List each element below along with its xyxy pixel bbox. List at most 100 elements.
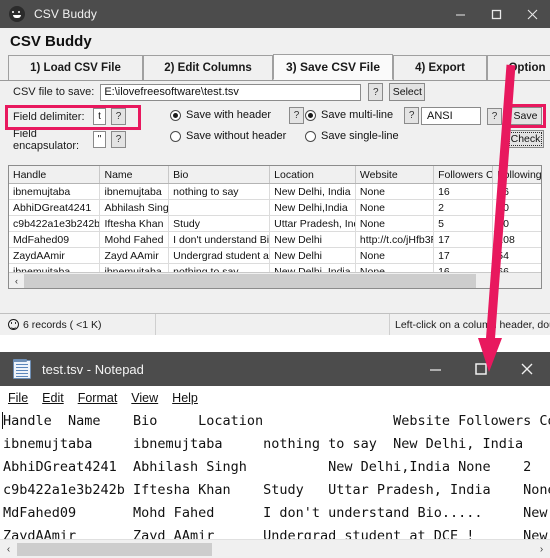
table-row[interactable]: ibnemujtaba ibnemujtaba nothing to say N… xyxy=(9,184,541,200)
radio-dot xyxy=(170,130,181,142)
radio-save-multi-line[interactable]: Save multi-line xyxy=(305,109,393,121)
cell-following: 66 xyxy=(497,185,509,198)
menu-label: Help xyxy=(172,391,198,405)
notepad-text-area[interactable]: Handle Name Bio Location Website Followe… xyxy=(0,410,550,540)
cell-following: 108 xyxy=(497,233,515,246)
close-icon[interactable] xyxy=(514,0,550,28)
status-hint: Left-click on a column header, double-cl… xyxy=(395,318,550,331)
menu-item-format[interactable]: Format xyxy=(78,391,118,405)
table-row[interactable]: AbhiDGreat4241 Abhilash Singh New Delhi,… xyxy=(9,200,541,216)
notepad-window-title: test.tsv - Notepad xyxy=(42,361,144,377)
close-icon[interactable] xyxy=(504,352,550,386)
tab-save-csv-file[interactable]: 3) Save CSV File xyxy=(273,54,393,80)
cell-followers-count: 16 xyxy=(434,184,494,199)
field-delimiter-label: Field delimiter: xyxy=(13,110,85,123)
check-button[interactable]: Check xyxy=(507,130,544,148)
menu-item-edit[interactable]: Edit xyxy=(42,391,64,405)
cell-followers-count: 17 xyxy=(434,248,494,263)
radio-save-without-header[interactable]: Save without header xyxy=(170,130,286,142)
menu-item-view[interactable]: View xyxy=(131,391,158,405)
scroll-left-icon[interactable]: ‹ xyxy=(0,541,17,558)
field-delimiter-help-button[interactable]: ? xyxy=(111,108,126,125)
cell-name: Zayd AAmir xyxy=(100,248,170,263)
menu-item-help[interactable]: Help xyxy=(172,391,198,405)
grid-col-website[interactable]: Website xyxy=(356,166,435,183)
menu-label: Format xyxy=(77,391,118,405)
table-row[interactable]: MdFahed09 Mohd Fahed I don't understand … xyxy=(9,232,541,248)
smiley-icon xyxy=(8,319,19,330)
screen-root: CSV Buddy CSV Buddy 1) Load CSV File 2) … xyxy=(0,0,550,558)
status-records: 6 records ( <1 K) xyxy=(0,314,155,335)
menu-label: Edit xyxy=(42,391,64,405)
file-path-input[interactable]: E:\ilovefreesoftware\test.tsv xyxy=(100,83,362,101)
tab-edit-columns[interactable]: 2) Edit Columns xyxy=(143,55,273,80)
radio-label: Save multi-line xyxy=(321,109,394,121)
tab-label: 4) Export xyxy=(415,62,465,74)
scrollbar-thumb[interactable] xyxy=(17,542,212,556)
encoding-help-button[interactable]: ? xyxy=(487,107,502,125)
grid-col-followers-count[interactable]: Followers Count xyxy=(434,166,494,183)
cell-following: 54 xyxy=(497,249,509,262)
cell-bio: Study xyxy=(169,216,271,231)
field-encapsulator-row: Field encapsulator: " ? xyxy=(13,128,126,152)
save-button[interactable]: Save xyxy=(509,107,542,125)
radio-save-with-header[interactable]: Save with header xyxy=(170,109,271,121)
radio-save-single-line[interactable]: Save single-line xyxy=(305,130,399,142)
notepad-horizontal-scrollbar[interactable]: ‹ › xyxy=(0,539,550,558)
csv-buddy-titlebar: CSV Buddy xyxy=(0,0,550,28)
menu-item-file[interactable]: File xyxy=(8,391,28,405)
cell-name: Abhilash Singh xyxy=(100,200,170,215)
field-delimiter-input[interactable]: t xyxy=(93,108,106,125)
notepad-titlebar: test.tsv - Notepad xyxy=(0,352,550,386)
tab-options[interactable]: Option xyxy=(487,55,550,80)
grid-col-handle[interactable]: Handle xyxy=(9,166,101,183)
field-encapsulator-input[interactable]: " xyxy=(93,131,106,148)
cell-name: Mohd Fahed xyxy=(100,232,170,247)
radio-dot xyxy=(170,109,181,121)
table-row[interactable]: c9b422a1e3b242b Iftesha Khan Study Uttar… xyxy=(9,216,541,232)
cell-website: http://t.co/jHfb3RidMx xyxy=(356,232,435,247)
window-title: CSV Buddy xyxy=(34,7,97,21)
radio-dot xyxy=(305,109,316,121)
encoding-select[interactable]: ANSI xyxy=(421,107,481,125)
maximize-icon[interactable] xyxy=(458,352,504,386)
cell-location: New Delhi xyxy=(270,248,356,263)
grid-col-name[interactable]: Name xyxy=(100,166,170,183)
grid-col-bio[interactable]: Bio xyxy=(169,166,271,183)
grid-horizontal-scrollbar[interactable]: ‹ xyxy=(9,272,541,288)
csv-buddy-window: CSV Buddy CSV Buddy 1) Load CSV File 2) … xyxy=(0,0,550,335)
grid-col-following[interactable]: Following xyxy=(493,166,541,183)
delimiter-group: Field delimiter: t ? Field encapsulator:… xyxy=(13,106,126,152)
cell-bio: I don't understand Bio..... xyxy=(169,232,271,247)
smiley-app-icon xyxy=(9,6,25,22)
cell-name: Iftesha Khan xyxy=(100,216,170,231)
cell-location: New Delhi xyxy=(270,232,356,247)
notepad-icon xyxy=(13,358,31,379)
table-row[interactable]: ZaydAAmir Zayd AAmir Undergrad student a… xyxy=(9,248,541,264)
cell-following: 10 xyxy=(497,217,509,230)
header-option-help-button[interactable]: ? xyxy=(289,106,304,124)
minimize-icon[interactable] xyxy=(412,352,458,386)
cell-website: None xyxy=(356,184,435,199)
grid-col-location[interactable]: Location xyxy=(270,166,356,183)
scroll-right-icon[interactable]: › xyxy=(533,541,550,558)
file-path-help-button[interactable]: ? xyxy=(368,83,384,101)
field-delimiter-row: Field delimiter: t ? xyxy=(13,106,126,127)
scrollbar-track[interactable] xyxy=(476,273,541,288)
data-grid[interactable]: Handle Name Bio Location Website Followe… xyxy=(8,165,542,289)
tab-export[interactable]: 4) Export xyxy=(393,55,487,80)
tab-label: Option xyxy=(508,62,546,74)
radio-label: Save without header xyxy=(186,130,287,142)
select-file-button[interactable]: Select xyxy=(389,83,426,101)
radio-label: Save single-line xyxy=(321,130,399,142)
minimize-icon[interactable] xyxy=(442,0,478,28)
field-encapsulator-help-button[interactable]: ? xyxy=(111,131,126,148)
scroll-left-icon[interactable]: ‹ xyxy=(9,273,24,288)
maximize-icon[interactable] xyxy=(478,0,514,28)
cell-handle: ibnemujtaba xyxy=(9,184,101,199)
tab-label: 2) Edit Columns xyxy=(164,62,252,74)
cell-bio: Undergrad student at DCE ! xyxy=(169,248,271,263)
tab-load-csv-file[interactable]: 1) Load CSV File xyxy=(8,55,143,80)
scrollbar-thumb[interactable] xyxy=(24,273,476,288)
line-option-help-button[interactable]: ? xyxy=(404,106,420,124)
